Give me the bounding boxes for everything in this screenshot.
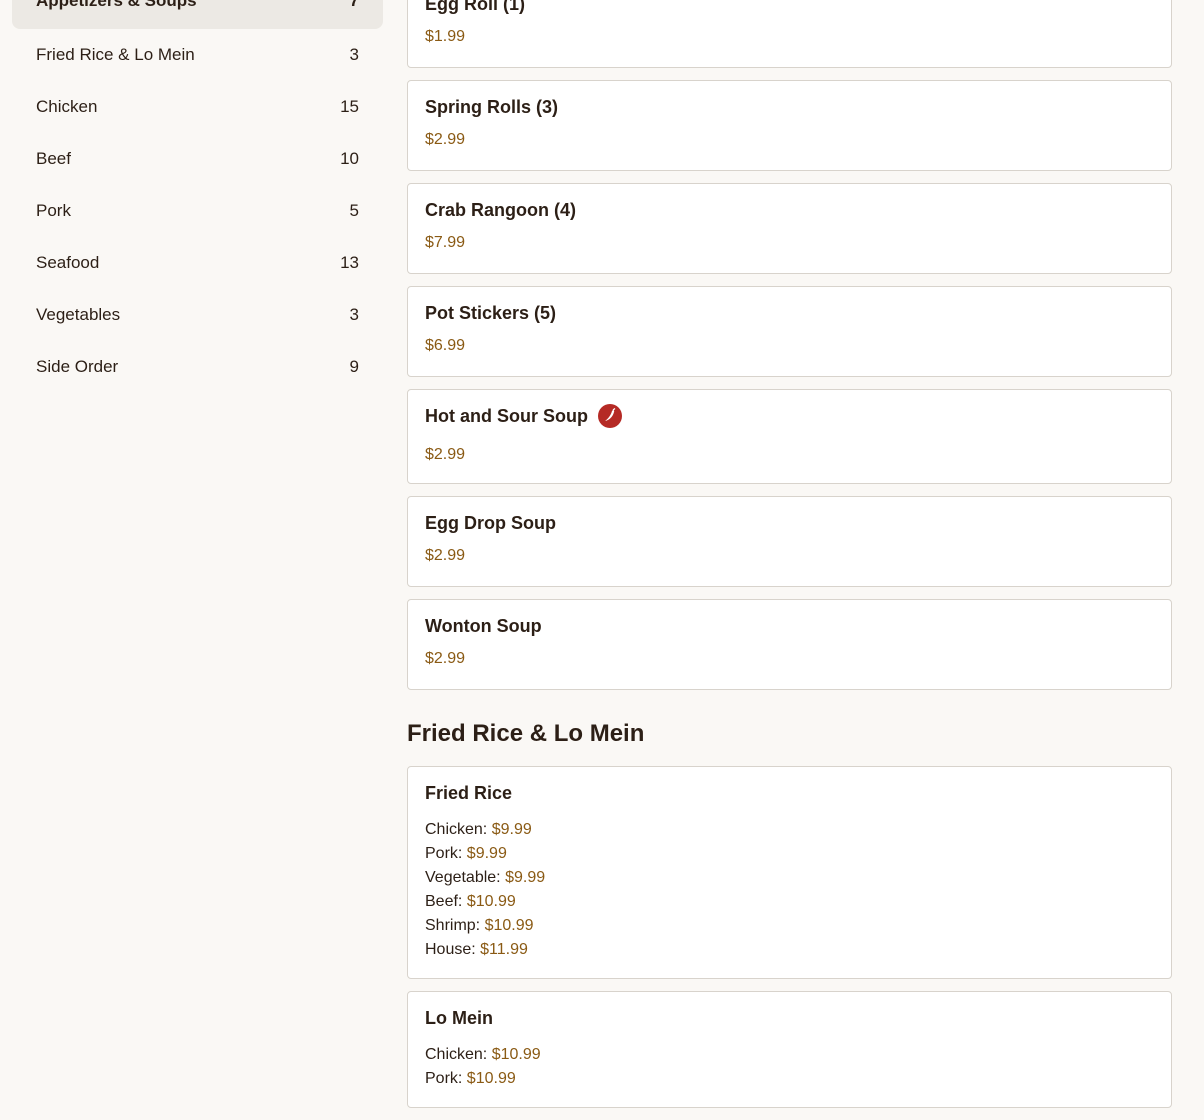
section-title: Fried Rice & Lo Mein [407, 720, 645, 747]
option-label: Vegetable: [425, 869, 501, 886]
option-price: $10.99 [466, 893, 516, 910]
category-count: 5 [349, 201, 359, 220]
price-option: Shrimp: $10.99 [425, 914, 1154, 938]
price-option: Chicken: $9.99 [425, 818, 1154, 842]
category-count: 7 [349, 0, 359, 10]
category-count: 3 [349, 45, 359, 64]
menu-item-card[interactable]: Egg Roll (1) $1.99 [407, 0, 1172, 68]
category-label: Side Order [36, 357, 119, 376]
price-option: Pork: $10.99 [425, 1067, 1154, 1091]
option-price: $9.99 [491, 821, 532, 838]
option-label: Chicken: [425, 1046, 488, 1063]
menu-item-price: $2.99 [425, 131, 466, 148]
category-chicken[interactable]: Chicken 15 [12, 81, 383, 133]
menu-item-name: Crab Rangoon (4) [425, 200, 576, 220]
option-label: Pork: [425, 1070, 463, 1087]
menu-content: Egg Roll (1) $1.99 Spring Rolls (3) $2.9… [407, 0, 1172, 1120]
menu-item-card[interactable]: Egg Drop Soup $2.99 [407, 496, 1172, 587]
option-price: $10.99 [491, 1046, 541, 1063]
option-price: $10.99 [484, 917, 534, 934]
price-option: Vegetable: $9.99 [425, 866, 1154, 890]
menu-item-card[interactable]: Lo Mein Chicken: $10.99 Pork: $10.99 [407, 991, 1172, 1108]
category-side-order[interactable]: Side Order 9 [12, 341, 383, 393]
option-price: $9.99 [505, 869, 546, 886]
menu-item-name: Egg Drop Soup [425, 513, 556, 533]
price-option: House: $11.99 [425, 938, 1154, 962]
menu-item-price: $2.99 [425, 446, 466, 463]
category-label: Pork [36, 201, 71, 220]
menu-item-price: $2.99 [425, 650, 466, 667]
menu-item-name: Wonton Soup [425, 616, 542, 636]
option-price: $11.99 [480, 941, 528, 958]
menu-item-card[interactable]: Spring Rolls (3) $2.99 [407, 80, 1172, 171]
category-count: 10 [340, 149, 359, 168]
menu-item-card[interactable]: Crab Rangoon (4) $7.99 [407, 183, 1172, 274]
menu-item-card[interactable]: Hot and Sour Soup $2.99 [407, 389, 1172, 484]
category-vegetables[interactable]: Vegetables 3 [12, 289, 383, 341]
category-label: Appetizers & Soups [36, 0, 197, 10]
price-option: Pork: $9.99 [425, 842, 1154, 866]
price-option: Beef: $10.99 [425, 890, 1154, 914]
category-count: 3 [349, 305, 359, 324]
category-count: 13 [340, 253, 359, 272]
category-count: 15 [340, 97, 359, 116]
menu-item-price: $2.99 [425, 547, 466, 564]
category-label: Fried Rice & Lo Mein [36, 45, 195, 64]
menu-item-name: Fried Rice [425, 783, 513, 803]
option-label: Chicken: [425, 821, 488, 838]
option-label: Shrimp: [425, 917, 481, 934]
option-price: $10.99 [466, 1070, 516, 1087]
menu-item-card[interactable]: Pot Stickers (5) $6.99 [407, 286, 1172, 377]
menu-item-name-row: Hot and Sour Soup [425, 404, 622, 428]
menu-item-price: $6.99 [425, 337, 466, 354]
category-appetizers-soups[interactable]: Appetizers & Soups 7 [12, 0, 383, 29]
menu-item-card[interactable]: Wonton Soup $2.99 [407, 599, 1172, 690]
price-option: Chicken: $10.99 [425, 1043, 1154, 1067]
menu-item-name: Hot and Sour Soup [425, 405, 588, 426]
category-sidebar: Appetizers & Soups 7 Fried Rice & Lo Mei… [12, 0, 383, 393]
menu-item-name: Egg Roll (1) [425, 0, 525, 14]
menu-item-name: Spring Rolls (3) [425, 97, 559, 117]
category-seafood[interactable]: Seafood 13 [12, 237, 383, 289]
menu-item-card[interactable]: Fried Rice Chicken: $9.99 Pork: $9.99 Ve… [407, 766, 1172, 979]
chili-pepper-icon [597, 404, 622, 428]
menu-item-price: $7.99 [425, 234, 466, 251]
option-label: Pork: [425, 845, 463, 862]
menu-item-name: Lo Mein [425, 1008, 493, 1028]
option-label: House: [425, 941, 476, 958]
category-label: Beef [36, 149, 71, 168]
category-label: Seafood [36, 253, 100, 272]
option-label: Beef: [425, 893, 463, 910]
category-pork[interactable]: Pork 5 [12, 185, 383, 237]
category-count: 9 [349, 357, 359, 376]
menu-item-name: Pot Stickers (5) [425, 303, 557, 323]
category-label: Vegetables [36, 305, 121, 324]
category-label: Chicken [36, 97, 98, 116]
category-fried-rice-lo-mein[interactable]: Fried Rice & Lo Mein 3 [12, 29, 383, 81]
menu-item-price: $1.99 [425, 28, 466, 45]
option-price: $9.99 [466, 845, 507, 862]
category-beef[interactable]: Beef 10 [12, 133, 383, 185]
